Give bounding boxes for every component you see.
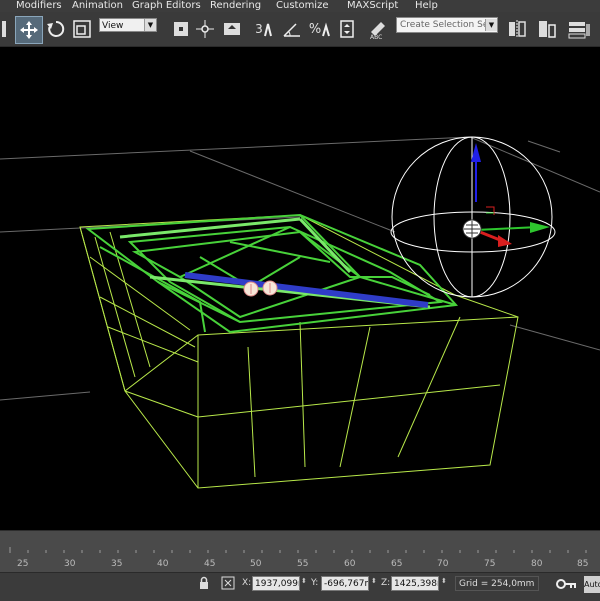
z-coordinate-label: Z:	[381, 578, 391, 588]
timeline-tick-label: 60	[344, 559, 356, 569]
chevron-down-icon: ▼	[485, 19, 497, 31]
pivot-center-button[interactable]	[170, 16, 192, 42]
x-coordinate-field[interactable]: 1937,099m	[252, 576, 300, 591]
z-coordinate-field[interactable]: 1425,398m	[391, 576, 439, 591]
edit-named-selection-button[interactable]: ABC	[366, 16, 390, 42]
menu-customize[interactable]: Customize	[276, 0, 329, 12]
main-toolbar: View ▼ 3 % ABC Create Selection Se ▼	[0, 12, 600, 47]
toolbar-grip-icon	[0, 16, 8, 42]
select-and-scale-button[interactable]	[70, 16, 94, 42]
status-bar: X: 1937,099m ⬍ Y: -696,767m ⬍ Z: 1425,39…	[0, 572, 600, 601]
timeline-tick-label: 75	[484, 559, 496, 569]
snap-dimension-label: 3	[255, 22, 263, 36]
absolute-mode-transform-icon[interactable]	[221, 576, 235, 593]
timeline-tick-label: 80	[531, 559, 543, 569]
chevron-down-icon: ▼	[144, 19, 156, 31]
tub-rim-highlight	[119, 217, 431, 309]
viewport-scene	[0, 136, 600, 489]
magnet-icon	[263, 23, 272, 37]
menu-bar: Modifiers Animation Graph Editors Render…	[0, 0, 600, 12]
x-coordinate-label: X:	[242, 578, 252, 588]
align-button[interactable]	[535, 16, 559, 42]
timeline-tick-label: 70	[437, 559, 449, 569]
blue-bar-object[interactable]	[184, 272, 429, 308]
scale-icon	[73, 20, 91, 38]
angle-snap-toggle-button[interactable]	[280, 16, 304, 42]
timeline-tick-label: 35	[111, 559, 123, 569]
named-selection-placeholder: Create Selection Se	[400, 20, 489, 30]
manipulate-button[interactable]	[194, 16, 216, 42]
menu-help[interactable]: Help	[415, 0, 438, 12]
percent-snap-label: %	[308, 21, 322, 37]
reference-coordinate-value: View	[102, 21, 124, 31]
tub-selected-edges	[85, 213, 459, 334]
mirror-icon	[509, 20, 526, 38]
y-coordinate-label: Y:	[311, 578, 319, 588]
snaps-toggle-button[interactable]: 3	[252, 16, 276, 42]
grid-spacing-display: Grid = 254,0mm	[455, 576, 539, 591]
lock-icon[interactable]	[198, 576, 210, 593]
layer-manager-button[interactable]	[565, 16, 593, 42]
transform-gizmo[interactable]	[390, 136, 556, 298]
set-key-icon[interactable]	[556, 578, 578, 593]
align-icon	[539, 21, 556, 38]
timeline-tick-label: 65	[391, 559, 403, 569]
x-spinner-icon[interactable]: ⬍	[301, 577, 307, 585]
timeline-tick-label: 40	[157, 559, 169, 569]
track-bar[interactable]: 25 30 35 40 45 50 55 60 65 70 75 80 85	[0, 530, 600, 573]
menu-rendering[interactable]: Rendering	[210, 0, 261, 12]
manipulate-icon	[196, 20, 214, 38]
auto-key-button[interactable]: Auto	[584, 576, 600, 593]
move-icon	[20, 21, 38, 39]
named-selection-sets-dropdown[interactable]: Create Selection Se ▼	[396, 17, 498, 33]
layer-manager-icon	[568, 22, 590, 39]
mirror-button[interactable]	[505, 16, 529, 42]
y-coordinate-field[interactable]: -696,767m	[321, 576, 369, 591]
menu-animation[interactable]: Animation	[72, 0, 123, 12]
pivot-center-icon	[174, 22, 188, 36]
edit-named-label: ABC	[370, 34, 383, 41]
timeline-tick-label: 30	[64, 559, 76, 569]
select-and-move-button[interactable]	[15, 16, 43, 44]
menu-modifiers[interactable]: Modifiers	[16, 0, 62, 12]
timeline-tick-label: 55	[297, 559, 309, 569]
keyboard-shortcut-override-button[interactable]	[221, 16, 243, 42]
menu-graph-editors[interactable]: Graph Editors	[132, 0, 201, 12]
timeline-tick-label: 50	[250, 559, 262, 569]
timeline-tick-label: 85	[577, 559, 589, 569]
magnet-icon	[322, 22, 331, 37]
spinner-snap-toggle-button[interactable]	[336, 16, 358, 42]
timeline-ticks	[9, 547, 587, 553]
spinner-snap-icon	[340, 20, 354, 38]
reference-coordinate-dropdown[interactable]: View ▼	[99, 18, 157, 32]
keyboard-icon	[224, 23, 240, 35]
timeline-tick-label: 45	[204, 559, 216, 569]
rotate-icon	[47, 20, 65, 37]
percent-snap-toggle-button[interactable]: %	[308, 16, 332, 42]
perspective-viewport[interactable]	[0, 47, 600, 530]
timeline-tick-label: 25	[17, 559, 29, 569]
angle-snap-icon	[283, 23, 300, 37]
z-spinner-icon[interactable]: ⬍	[441, 577, 447, 585]
y-spinner-icon[interactable]: ⬍	[371, 577, 377, 585]
select-and-rotate-button[interactable]	[44, 16, 68, 42]
menu-maxscript[interactable]: MAXScript	[347, 0, 398, 12]
